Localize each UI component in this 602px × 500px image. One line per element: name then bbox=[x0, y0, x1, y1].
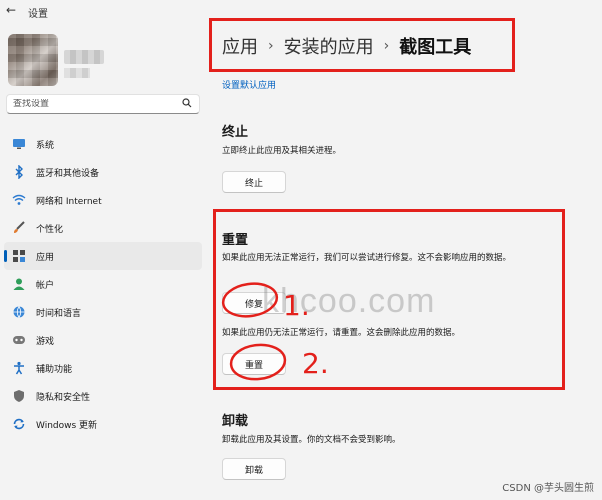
sidebar-item-privacy[interactable]: 隐私和安全性 bbox=[4, 382, 202, 410]
search-box[interactable] bbox=[6, 94, 200, 114]
sidebar-item-label: 应用 bbox=[36, 252, 55, 263]
sidebar: 系统 蓝牙和其他设备 网络和 Internet 个性化 应用 bbox=[0, 22, 210, 500]
site-watermark: khcoo.com bbox=[262, 282, 436, 320]
sidebar-nav: 系统 蓝牙和其他设备 网络和 Internet 个性化 应用 帐户 时间和语言 … bbox=[4, 130, 202, 438]
terminate-section-title: 终止 bbox=[222, 125, 249, 140]
sidebar-item-label: 隐私和安全性 bbox=[36, 392, 91, 403]
sidebar-item-label: 蓝牙和其他设备 bbox=[36, 168, 100, 179]
monitor-icon bbox=[12, 137, 26, 151]
sidebar-item-label: 时间和语言 bbox=[36, 308, 82, 319]
search-input[interactable] bbox=[13, 99, 173, 109]
sidebar-item-accounts[interactable]: 帐户 bbox=[4, 270, 202, 298]
terminate-description: 立即终止此应用及其相关进程。 bbox=[222, 146, 342, 156]
sidebar-item-label: 个性化 bbox=[36, 224, 64, 235]
sidebar-item-label: 游戏 bbox=[36, 336, 55, 347]
uninstall-section-title: 卸载 bbox=[222, 414, 249, 429]
sidebar-item-bluetooth[interactable]: 蓝牙和其他设备 bbox=[4, 158, 202, 186]
sidebar-item-system[interactable]: 系统 bbox=[4, 130, 202, 158]
person-icon bbox=[12, 277, 26, 291]
sidebar-item-label: 系统 bbox=[36, 140, 55, 151]
apps-icon bbox=[12, 249, 26, 263]
user-name-blurred bbox=[64, 50, 104, 64]
sidebar-item-label: 辅助功能 bbox=[36, 364, 73, 375]
globe-clock-icon bbox=[12, 305, 26, 319]
user-profile[interactable] bbox=[8, 32, 208, 96]
user-email-blurred bbox=[64, 68, 90, 78]
sidebar-item-time-language[interactable]: 时间和语言 bbox=[4, 298, 202, 326]
avatar bbox=[8, 34, 58, 86]
back-arrow-icon[interactable]: ← bbox=[6, 3, 16, 17]
sidebar-item-windows-update[interactable]: Windows 更新 bbox=[4, 410, 202, 438]
sidebar-item-network[interactable]: 网络和 Internet bbox=[4, 186, 202, 214]
terminate-button[interactable]: 终止 bbox=[222, 171, 286, 193]
gamepad-icon bbox=[12, 333, 26, 347]
shield-icon bbox=[12, 389, 26, 403]
sidebar-item-label: 网络和 Internet bbox=[36, 196, 102, 207]
wifi-icon bbox=[12, 193, 26, 207]
uninstall-description: 卸载此应用及其设置。你的文档不会受到影响。 bbox=[222, 435, 401, 445]
sidebar-item-label: Windows 更新 bbox=[36, 420, 98, 431]
update-icon bbox=[12, 417, 26, 431]
sidebar-item-gaming[interactable]: 游戏 bbox=[4, 326, 202, 354]
sidebar-item-accessibility[interactable]: 辅助功能 bbox=[4, 354, 202, 382]
window-title: 设置 bbox=[28, 9, 48, 20]
sidebar-item-apps[interactable]: 应用 bbox=[4, 242, 202, 270]
search-icon[interactable] bbox=[182, 98, 192, 111]
bluetooth-icon bbox=[12, 165, 26, 179]
sidebar-item-personalization[interactable]: 个性化 bbox=[4, 214, 202, 242]
footer-watermark: CSDN @芋头圆生煎 bbox=[502, 483, 594, 494]
default-apps-link[interactable]: 设置默认应用 bbox=[222, 78, 276, 91]
uninstall-button[interactable]: 卸载 bbox=[222, 458, 286, 480]
sidebar-item-label: 帐户 bbox=[36, 280, 55, 291]
brush-icon bbox=[12, 221, 26, 235]
breadcrumb-highlight-box bbox=[209, 18, 515, 72]
accessibility-icon bbox=[12, 361, 26, 375]
